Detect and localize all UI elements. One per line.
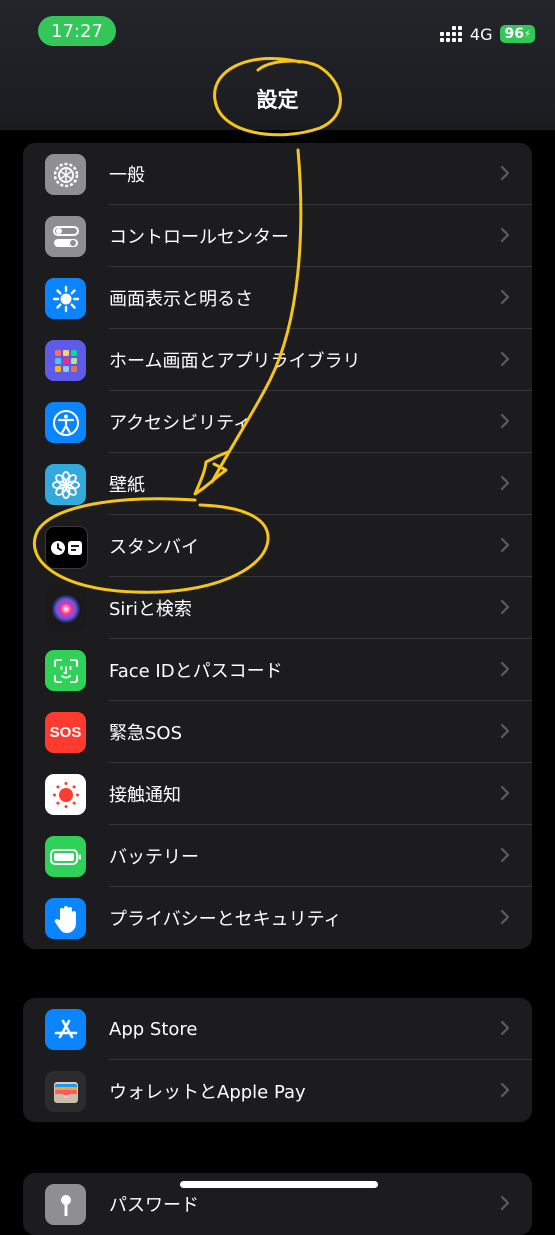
chevron-right-icon bbox=[500, 596, 510, 620]
settings-row-label: 接触通知 bbox=[109, 785, 181, 806]
settings-row[interactable]: ウォレットとApple Pay bbox=[23, 1060, 532, 1122]
toggles-icon bbox=[45, 216, 86, 257]
appstore-icon bbox=[45, 1009, 86, 1050]
signal-icon bbox=[439, 26, 462, 42]
settings-row-label: 壁紙 bbox=[109, 475, 145, 496]
settings-row-label: パスワード bbox=[109, 1195, 199, 1216]
chevron-right-icon bbox=[500, 472, 510, 496]
settings-row[interactable]: プライバシーとセキュリティ bbox=[23, 887, 532, 949]
hand-icon bbox=[45, 898, 86, 939]
settings-row[interactable]: App Store bbox=[23, 998, 532, 1060]
settings-row[interactable]: 画面表示と明るさ bbox=[23, 267, 532, 329]
settings-row-label: ウォレットとApple Pay bbox=[109, 1082, 306, 1103]
settings-row[interactable]: アクセシビリティ bbox=[23, 391, 532, 453]
settings-row-label: 画面表示と明るさ bbox=[109, 289, 253, 310]
key-icon bbox=[45, 1184, 86, 1225]
chevron-right-icon bbox=[500, 844, 510, 868]
chevron-right-icon bbox=[500, 906, 510, 930]
battery-level: 96 bbox=[504, 26, 524, 42]
settings-row-label: プライバシーとセキュリティ bbox=[109, 909, 342, 930]
accessibility-icon bbox=[45, 402, 86, 443]
header: 17:27 4G 96 ⚡ 設定 bbox=[0, 0, 555, 130]
settings-row[interactable]: 壁紙 bbox=[23, 453, 532, 515]
flower-icon bbox=[45, 464, 86, 505]
settings-row-label: Face IDとパスコード bbox=[109, 661, 283, 682]
battery-icon: 96 ⚡ bbox=[500, 25, 535, 43]
settings-row-label: App Store bbox=[109, 1018, 198, 1040]
settings-row[interactable]: 接触通知 bbox=[23, 763, 532, 825]
network-type: 4G bbox=[469, 24, 493, 44]
settings-group-store: App Store ウォレットとApple Pay bbox=[23, 998, 532, 1122]
battery-icon bbox=[45, 836, 86, 877]
chevron-right-icon bbox=[500, 1192, 510, 1216]
settings-row-label: Siriと検索 bbox=[109, 599, 192, 620]
settings-row-label: 一般 bbox=[109, 165, 145, 186]
chevron-right-icon bbox=[500, 782, 510, 806]
chevron-right-icon bbox=[500, 410, 510, 434]
home-indicator[interactable] bbox=[180, 1181, 378, 1188]
settings-row-label: アクセシビリティ bbox=[109, 413, 252, 434]
chevron-right-icon bbox=[500, 286, 510, 310]
settings-row-label: ホーム画面とアプリライブラリ bbox=[109, 351, 361, 372]
chevron-right-icon bbox=[500, 534, 510, 558]
status-time: 17:27 bbox=[38, 16, 116, 46]
settings-row[interactable]: Siriと検索 bbox=[23, 577, 532, 639]
settings-row-label: 緊急SOS bbox=[109, 723, 183, 744]
settings-row-label: バッテリー bbox=[109, 847, 199, 868]
chevron-right-icon bbox=[500, 1079, 510, 1103]
settings-group-main: 一般コントロールセンター 画面表示と明るさホーム画面とアプリライブラリ アクセシビリ… bbox=[23, 143, 532, 949]
status-indicators: 4G 96 ⚡ bbox=[439, 23, 535, 45]
gear-icon bbox=[45, 154, 86, 195]
siri-icon bbox=[45, 588, 86, 629]
standby-icon bbox=[45, 526, 88, 569]
settings-row-label: コントロールセンター bbox=[109, 227, 289, 248]
chevron-right-icon bbox=[500, 658, 510, 682]
settings-row[interactable]: ホーム画面とアプリライブラリ bbox=[23, 329, 532, 391]
sos-icon-text: SOS bbox=[49, 724, 82, 741]
sun-icon bbox=[45, 278, 86, 319]
settings-row[interactable]: Face IDとパスコード bbox=[23, 639, 532, 701]
settings-row[interactable]: スタンバイ bbox=[23, 515, 532, 577]
exposure-icon bbox=[45, 774, 86, 815]
wallet-icon bbox=[45, 1071, 86, 1112]
sos-icon: SOS bbox=[45, 712, 86, 753]
settings-row[interactable]: コントロールセンター bbox=[23, 205, 532, 267]
settings-row-label: スタンバイ bbox=[109, 537, 199, 558]
page-title: 設定 bbox=[256, 88, 299, 112]
chevron-right-icon bbox=[500, 348, 510, 372]
settings-row[interactable]: SOS 緊急SOS bbox=[23, 701, 532, 763]
settings-row[interactable]: バッテリー bbox=[23, 825, 532, 887]
settings-row[interactable]: 一般 bbox=[23, 143, 532, 205]
chevron-right-icon bbox=[500, 224, 510, 248]
faceid-icon bbox=[45, 650, 86, 691]
app-grid-icon bbox=[45, 340, 86, 381]
chevron-right-icon bbox=[500, 720, 510, 744]
chevron-right-icon bbox=[500, 1017, 510, 1041]
chevron-right-icon bbox=[500, 162, 510, 186]
